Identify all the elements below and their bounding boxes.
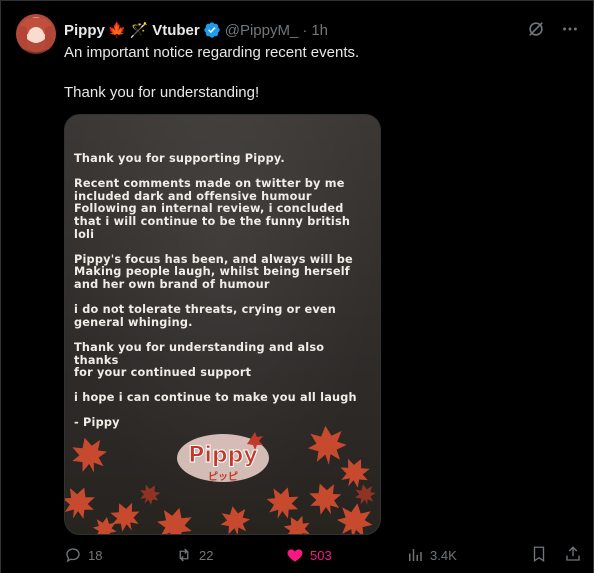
avatar[interactable] (16, 14, 56, 54)
share-icon (566, 545, 580, 561)
post-actions-bar: 18 22 503 3.4K (64, 541, 582, 569)
post-top-actions (526, 19, 580, 39)
reply-icon (66, 548, 80, 563)
heart-filled-icon (287, 549, 303, 562)
repost-button[interactable]: 22 (175, 546, 285, 564)
verified-badge-icon (203, 21, 221, 39)
letter-paragraph: Thank you for supporting Pippy. (74, 152, 285, 165)
post-text: An important notice regarding recent eve… (64, 43, 359, 103)
post-text-line: An important notice regarding recent eve… (64, 44, 360, 61)
handle[interactable]: @PippyM_ (225, 22, 299, 39)
letter-paragraph: i hope i can continue to make you all la… (74, 391, 357, 405)
repost-icon (179, 548, 189, 562)
secondary-actions (530, 545, 582, 566)
bookmark-icon (533, 546, 545, 562)
share-button[interactable] (564, 545, 582, 566)
display-name[interactable]: Pippy (64, 22, 105, 39)
post-text-line: Thank you for understanding! (64, 84, 260, 101)
letter-paragraph: Recent comments made on twitter by me in… (74, 177, 351, 241)
post-header: Pippy 🍁 🪄 Vtuber @PippyM_ · 1h (64, 20, 328, 40)
top-border (0, 0, 594, 1)
separator-dot: · (302, 21, 308, 39)
repost-count: 22 (199, 547, 214, 563)
notice-letter: Thank you for supporting Pippy. Recent c… (74, 152, 369, 443)
like-count: 503 (310, 547, 332, 563)
letter-paragraph: Pippy's focus has been, and always will … (74, 252, 353, 291)
grok-icon[interactable] (526, 19, 546, 39)
letter-paragraph: i do not tolerate threats, crying or eve… (74, 303, 337, 329)
reply-count: 18 (88, 547, 103, 563)
left-border (0, 0, 1, 573)
bookmark-button[interactable] (530, 545, 548, 566)
letter-paragraph: Thank you for understanding and also tha… (74, 340, 325, 380)
wand-emoji: 🪄 (129, 22, 149, 39)
like-button[interactable]: 503 (286, 546, 396, 564)
views-icon (409, 549, 422, 561)
maple-leaves-decoration (65, 424, 378, 534)
view-count: 3.4K (430, 547, 457, 563)
timestamp[interactable]: 1h (311, 22, 328, 39)
reply-button[interactable]: 18 (64, 546, 139, 564)
post-image[interactable]: Thank you for supporting Pippy. Recent c… (64, 114, 381, 535)
display-name-suffix[interactable]: Vtuber (152, 22, 200, 39)
views-button[interactable]: 3.4K (406, 546, 506, 564)
maple-leaf-emoji: 🍁 (107, 22, 127, 39)
more-options-icon[interactable] (560, 19, 580, 39)
